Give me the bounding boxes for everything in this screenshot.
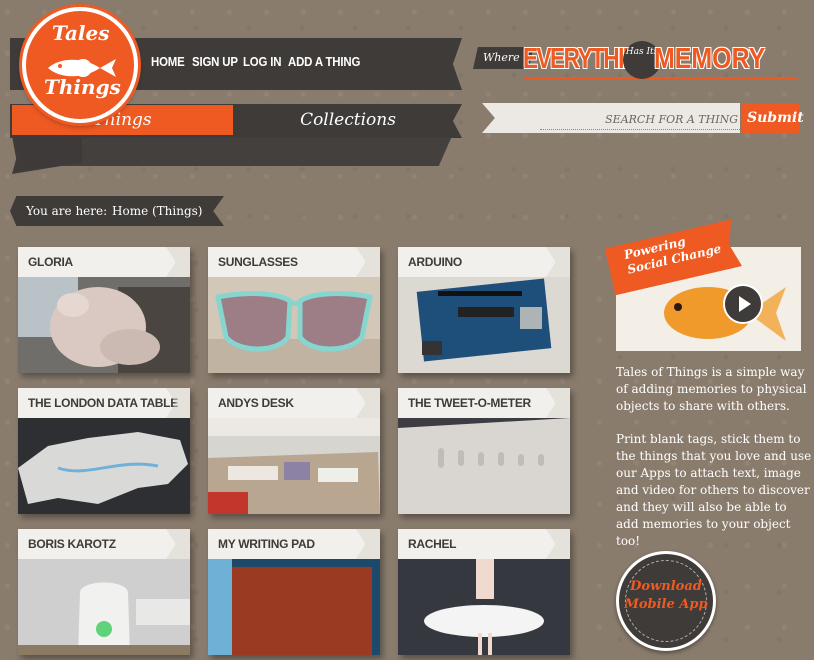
play-icon[interactable] — [723, 284, 763, 324]
thing-card-sunglasses[interactable]: SUNGLASSES — [208, 247, 380, 373]
thing-title: THE LONDON DATA TABLE — [18, 388, 190, 418]
thing-photo — [398, 418, 570, 514]
logo-tales: Tales — [52, 21, 110, 45]
thing-card-gloria[interactable]: GLORIA — [18, 247, 190, 373]
download-label: Download Mobile App — [618, 578, 714, 614]
thing-card-boris-karotz[interactable]: BORIS KAROTZ — [18, 529, 190, 655]
thing-photo — [208, 277, 380, 373]
download-label-line2: Mobile App — [624, 597, 708, 612]
about-paragraph: Tales of Things is a simple way of addin… — [616, 365, 807, 413]
thing-card-london-data-table[interactable]: THE LONDON DATA TABLE — [18, 388, 190, 514]
thing-title: GLORIA — [18, 247, 190, 277]
nav-add-a-thing[interactable]: ADD A THING — [288, 54, 360, 69]
thing-card-arduino[interactable]: ARDUINO — [398, 247, 570, 373]
thing-title: SUNGLASSES — [208, 247, 380, 277]
thing-title: ANDYS DESK — [208, 388, 380, 418]
tagline-memory: MEMORY — [654, 43, 766, 75]
thing-photo — [398, 277, 570, 373]
thing-photo — [208, 418, 380, 514]
thing-title: ARDUINO — [398, 247, 570, 277]
thing-card-tweet-o-meter[interactable]: THE TWEET-O-METER — [398, 388, 570, 514]
tab-collections[interactable]: Collections — [236, 105, 460, 135]
logo-things: Things — [44, 75, 121, 99]
tagline-underline — [523, 77, 798, 79]
thing-photo — [18, 559, 190, 655]
tab-collections-label: Collections — [300, 110, 396, 130]
site-logo[interactable]: Tales OF Things — [22, 7, 138, 123]
thing-title: BORIS KAROTZ — [18, 529, 190, 559]
thing-photo — [398, 559, 570, 655]
nav-log-in[interactable]: LOG IN — [243, 54, 282, 69]
breadcrumb-home[interactable]: Home (Things) — [112, 204, 203, 218]
thing-card-rachel[interactable]: RACHEL — [398, 529, 570, 655]
search-submit-button[interactable]: Submit — [741, 103, 804, 133]
breadcrumb-prefix: You are here: — [26, 204, 108, 218]
nav-sign-up[interactable]: SIGN UP — [192, 54, 238, 69]
thing-card-andys-desk[interactable]: ANDYS DESK — [208, 388, 380, 514]
search-input[interactable] — [540, 109, 740, 130]
thing-photo — [18, 277, 190, 373]
thing-card-my-writing-pad[interactable]: MY WRITING PAD — [208, 529, 380, 655]
nav-home[interactable]: HOME — [151, 54, 185, 69]
download-label-line1: Download — [630, 579, 702, 594]
thing-photo — [18, 418, 190, 514]
tabs-ribbon-shadow — [12, 136, 452, 166]
thing-title: MY WRITING PAD — [208, 529, 380, 559]
thing-title: RACHEL — [398, 529, 570, 559]
how-it-works-paragraph: Print blank tags, stick them to the thin… — [616, 432, 812, 548]
thing-photo — [208, 559, 380, 655]
thing-title: THE TWEET-O-METER — [398, 388, 570, 418]
